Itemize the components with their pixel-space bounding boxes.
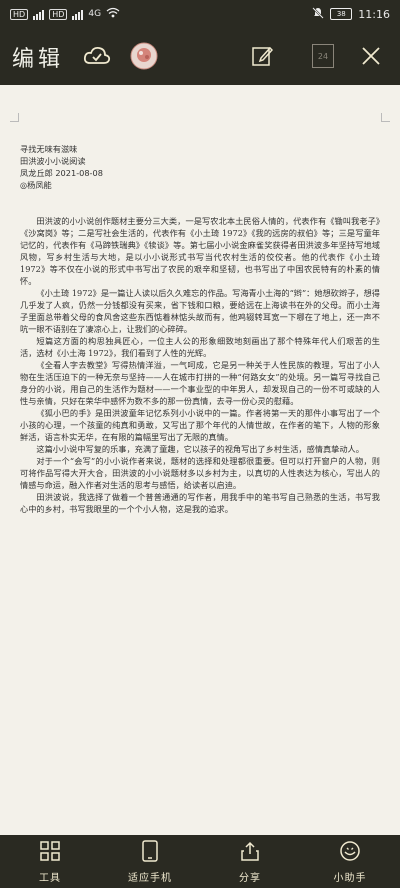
doc-source: 凤龙丘郎 2021-08-08 — [20, 168, 103, 178]
nav-tools[interactable]: 工具 — [0, 835, 100, 888]
page-title: 编辑 — [12, 46, 65, 72]
share-icon — [239, 840, 261, 866]
editor-toolbar: 编辑 24 — [0, 28, 400, 85]
doc-subheading: 田洪波小小说阅读 — [20, 156, 86, 166]
edit-icon[interactable] — [248, 42, 276, 70]
page-count-button[interactable]: 24 — [309, 42, 337, 70]
status-bar: HD HD 4G 38 11:16 — [0, 0, 400, 28]
doc-author: ◎杨凤能 — [20, 180, 52, 190]
document-page[interactable]: 寻找无味有滋味 田洪波小小说阅读 凤龙丘郎 2021-08-08 ◎杨凤能 田洪… — [0, 85, 400, 835]
clock: 11:16 — [358, 7, 390, 21]
margin-corner-top-left — [10, 113, 19, 122]
bottom-nav: 工具 适应手机 分享 小助手 — [0, 835, 400, 888]
nav-phone-fit[interactable]: 适应手机 — [100, 835, 200, 888]
tools-icon — [39, 840, 61, 866]
paragraph: 《狐小巴的手》是田洪波童年记忆系列小小说中的一篇。作者将第一天的那件小事写出了一… — [20, 408, 380, 442]
nav-share[interactable]: 分享 — [200, 835, 300, 888]
avatar[interactable] — [130, 42, 158, 70]
wifi-icon — [106, 7, 120, 21]
paragraph: 田洪波的小小说创作题材主要分三大类，一是写农北本土民俗人情的，代表作有《锄叫我老… — [20, 216, 380, 286]
margin-corner-top-right — [381, 113, 390, 122]
nav-phone-fit-label: 适应手机 — [128, 872, 172, 884]
paragraph: 《全看人字去教堂》写得热情洋溢，一气呵成，它是另一种关于人性民族的教理，写出了小… — [20, 360, 380, 406]
network-label: 4G — [88, 9, 102, 19]
sim1-indicator: HD — [10, 8, 29, 20]
document-meta: 寻找无味有滋味 田洪波小小说阅读 凤龙丘郎 2021-08-08 ◎杨凤能 — [20, 143, 103, 191]
paragraph: 这篇小小说中写复的乐事，充满了童趣，它以孩子的视角写出了乡村生活，感情真挚动人。 — [36, 444, 364, 454]
sim2-indicator: HD — [49, 8, 68, 20]
paragraph: 短篇这方面的构思独具匠心，一位主人公的形象细致地刻画出了那个特殊年代人们艰苦的生… — [20, 336, 380, 358]
doc-heading: 寻找无味有滋味 — [20, 144, 78, 154]
nav-assistant-label: 小助手 — [333, 872, 367, 884]
nav-tools-label: 工具 — [39, 872, 61, 884]
paragraph: 对于一个“会写”的小小说作者来说，题材的选择和处理都很重要。但可以打开窗户的人物… — [20, 456, 380, 490]
close-icon[interactable] — [357, 42, 385, 70]
signal-icon — [33, 9, 45, 20]
assistant-icon — [339, 840, 361, 866]
page-count: 24 — [312, 44, 334, 68]
nav-assistant[interactable]: 小助手 — [300, 835, 400, 888]
cloud-sync-icon[interactable] — [83, 42, 111, 70]
paragraph: 《小土琦 1972》是一篇让人读以后久久难忘的作品。写海青小土海的“辫”：她想砍… — [20, 288, 380, 334]
phone-fit-icon — [141, 839, 159, 866]
battery-indicator: 38 — [330, 8, 353, 20]
signal-2-icon — [72, 9, 84, 20]
paragraph: 田洪波说，我选择了做着一个普普通通的写作者，用我手中的笔书写自己熟悉的生活，书写… — [20, 492, 380, 514]
mute-icon — [312, 6, 325, 22]
nav-share-label: 分享 — [239, 872, 261, 884]
document-body[interactable]: 田洪波的小小说创作题材主要分三大类，一是写农北本土民俗人情的，代表作有《锄叫我老… — [20, 215, 380, 515]
